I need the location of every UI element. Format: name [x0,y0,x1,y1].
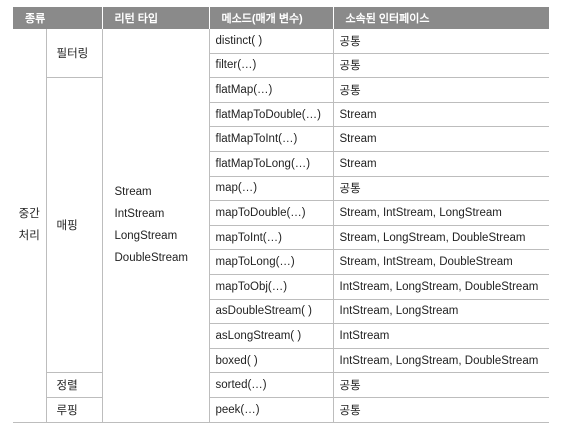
interface-cell: Stream [333,151,549,177]
method-cell: sorted(…) [209,372,334,398]
group-intermediate-processing: 중간 처리 [13,29,47,423]
method-cell: filter(…) [209,53,334,79]
table-row: 루핑 peek(…) 공통 [13,397,549,423]
return-type-stream: Stream [114,186,152,199]
interface-cell: Stream, IntStream, DoubleStream [333,249,549,275]
method-cell: distinct( ) [209,29,334,54]
group-label-line2: 처리 [18,230,40,243]
interface-cell: Stream, IntStream, LongStream [333,200,549,226]
return-type-doublestream: DoubleStream [114,252,189,265]
interface-cell: 공통 [333,53,549,79]
method-cell: mapToDouble(…) [209,200,334,226]
table-row: 중간 처리 필터링 Stream IntStream LongStream Do… [13,29,549,423]
interface-cell: Stream [333,126,549,152]
method-cell: asLongStream( ) [209,323,334,349]
method-cell: map(…) [209,176,334,202]
interface-cell: 공통 [333,29,549,54]
return-type-longstream: LongStream [114,230,178,243]
interface-cell: 공통 [333,372,549,398]
method-cell: flatMapToDouble(…) [209,102,334,128]
method-cell: boxed( ) [209,348,334,374]
interface-cell: Stream [333,102,549,128]
kind-filtering: 필터링 [46,29,103,79]
interface-cell: 공통 [333,77,549,103]
method-cell: peek(…) [209,397,334,423]
kind-mapping: 매핑 [46,77,103,374]
interface-cell: IntStream, LongStream, DoubleStream [333,348,549,374]
kind-sorting: 정렬 [46,372,103,398]
interface-cell: IntStream [333,323,549,349]
method-cell: mapToLong(…) [209,249,334,275]
method-cell: flatMapToLong(…) [209,151,334,177]
stream-methods-table: 종류 리턴 타입 메소드(매개 변수) 소속된 인터페이스 중간 처리 필터링 … [13,7,549,423]
table-row: 정렬 sorted(…) 공통 [13,372,549,398]
table-header-row: 종류 리턴 타입 메소드(매개 변수) 소속된 인터페이스 [13,7,549,29]
method-cell: flatMap(…) [209,77,334,103]
interface-cell: IntStream, LongStream, DoubleStream [333,274,549,300]
header-method: 메소드(매개 변수) [209,7,334,29]
group-label-line1: 중간 [18,208,40,221]
table-row: 매핑 flatMap(…) 공통 [13,77,549,374]
method-cell: flatMapToInt(…) [209,126,334,152]
method-cell: asDoubleStream( ) [209,299,334,325]
method-cell: mapToInt(…) [209,225,334,251]
return-types-cell: Stream IntStream LongStream DoubleStream [102,29,210,423]
header-return-type: 리턴 타입 [102,7,210,29]
interface-cell: 공통 [333,397,549,423]
header-kind: 종류 [13,7,103,29]
kind-looping: 루핑 [46,397,103,423]
method-cell: mapToObj(…) [209,274,334,300]
interface-cell: Stream, LongStream, DoubleStream [333,225,549,251]
interface-cell: IntStream, LongStream [333,299,549,325]
interface-cell: 공통 [333,176,549,202]
return-type-intstream: IntStream [114,208,165,221]
header-interface: 소속된 인터페이스 [333,7,549,29]
